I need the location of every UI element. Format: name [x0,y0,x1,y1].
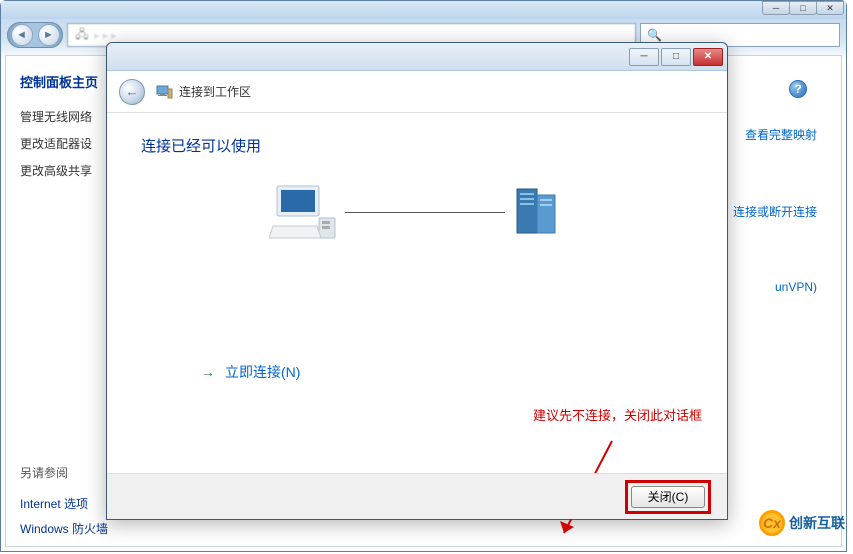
close-button-highlight: 关闭(C) [625,480,711,514]
wizard-footer: 关闭(C) [107,473,727,519]
explorer-titlebar: ─ □ ✕ [1,1,846,19]
wizard-maximize-button[interactable]: □ [661,48,691,66]
right-link[interactable]: 连接或断开连接 [733,203,817,220]
right-link[interactable]: unVPN) [733,280,817,294]
forward-button[interactable]: ► [38,24,60,46]
back-button[interactable]: ◄ [11,24,33,46]
wizard-titlebar: ─ □ ✕ [107,43,727,71]
wizard-dialog: ─ □ ✕ ← 连接到工作区 连接已经可以使用 [106,42,728,520]
watermark: Cx 创新互联 [759,510,845,536]
watermark-logo: Cx [759,510,785,536]
minimize-button[interactable]: ─ [762,1,790,15]
annotation-text: 建议先不连接，关闭此对话框 [533,405,702,424]
close-button[interactable]: ✕ [816,1,844,15]
wizard-content: 连接已经可以使用 → 立即连接(N) [107,113,727,473]
wizard-close-button[interactable]: ✕ [693,48,723,66]
connection-line [345,212,505,213]
computer-icon [269,182,339,242]
workspace-icon [155,83,173,101]
connection-visual [141,182,693,242]
right-link[interactable]: 查看完整映射 [733,126,817,143]
nav-back-forward: ◄ ► [7,22,63,48]
help-icon[interactable]: ? [789,80,807,98]
close-button[interactable]: 关闭(C) [631,486,705,508]
arrow-right-icon: → [201,364,215,380]
wizard-title: 连接到工作区 [179,83,251,100]
search-icon: 🔍 [647,28,662,42]
connect-now-text: 立即连接(N) [225,362,300,382]
wizard-minimize-button[interactable]: ─ [629,48,659,66]
maximize-button[interactable]: □ [789,1,817,15]
wizard-header: ← 连接到工作区 [107,71,727,113]
network-icon: 🖧 [74,27,90,43]
connect-now-link[interactable]: → 立即连接(N) [201,362,693,382]
wizard-heading: 连接已经可以使用 [141,135,693,156]
right-links: ? 查看完整映射 连接或断开连接 unVPN) [733,126,817,354]
watermark-text: 创新互联 [789,513,845,533]
wizard-back-button[interactable]: ← [119,79,145,105]
server-icon [511,185,566,240]
